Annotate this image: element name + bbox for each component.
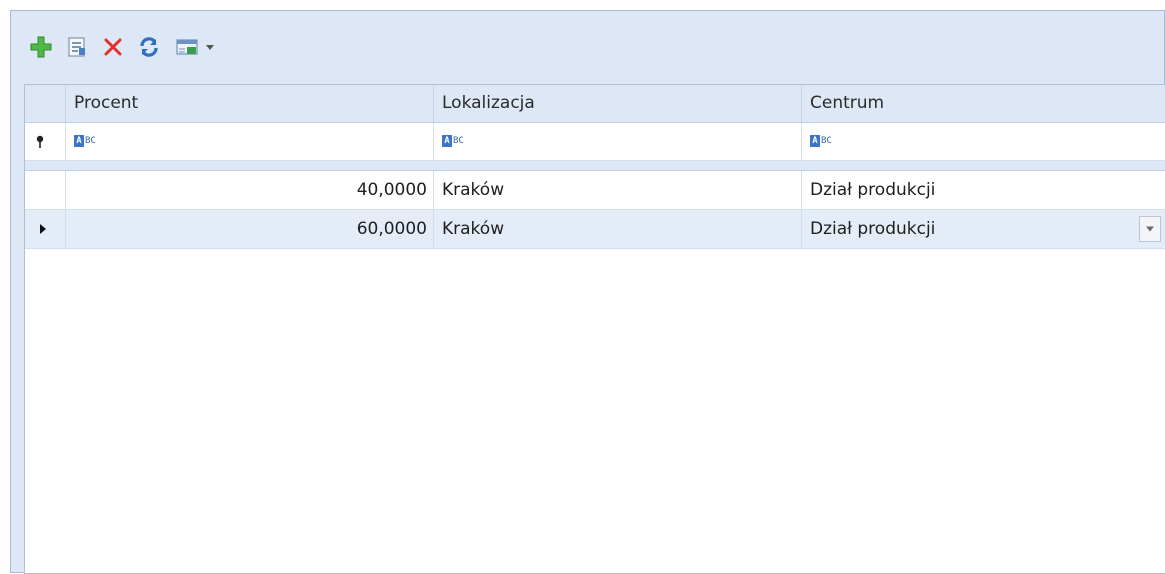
procent-value: 40,0000 bbox=[356, 180, 427, 200]
header-separator bbox=[25, 161, 1165, 171]
filter-row: A BC A BC A BC bbox=[25, 123, 1165, 161]
row-indicator-cell[interactable] bbox=[25, 171, 66, 210]
centrum-dropdown-button[interactable] bbox=[1139, 216, 1161, 242]
cell-centrum[interactable]: Dział produkcji bbox=[802, 171, 1165, 210]
refresh-icon bbox=[140, 37, 158, 57]
header-indicator-cell bbox=[25, 85, 66, 123]
filter-indicator-cell bbox=[25, 123, 66, 161]
filter-cell-centrum[interactable]: A BC bbox=[802, 123, 1165, 161]
cell-lokalizacja[interactable]: Kraków bbox=[434, 171, 802, 210]
export-dropdown-button[interactable] bbox=[171, 29, 219, 65]
current-row-arrow-icon bbox=[40, 224, 46, 234]
lokalizacja-value: Kraków bbox=[442, 180, 505, 200]
text-filter-icon: A BC bbox=[74, 135, 96, 147]
text-filter-icon: A BC bbox=[810, 135, 832, 147]
table-row-selected[interactable]: 60,0000 Kraków Dział produkcji bbox=[25, 210, 1165, 249]
chevron-down-icon bbox=[1146, 226, 1154, 232]
column-header-centrum[interactable]: Centrum bbox=[802, 85, 1165, 123]
x-delete-icon bbox=[104, 38, 122, 56]
cell-lokalizacja[interactable]: Kraków bbox=[434, 210, 802, 249]
table-row[interactable]: 40,0000 Kraków Dział produkcji bbox=[25, 171, 1165, 210]
cell-centrum-editor[interactable]: Dział produkcji bbox=[802, 210, 1165, 249]
grid-header-row: Procent Lokalizacja Centrum bbox=[25, 85, 1165, 123]
refresh-button[interactable] bbox=[133, 29, 165, 65]
pin-icon bbox=[36, 135, 44, 148]
grid-export-icon bbox=[176, 39, 198, 55]
text-filter-icon: A BC bbox=[442, 135, 464, 147]
column-header-procent[interactable]: Procent bbox=[66, 85, 434, 123]
centrum-value: Dział produkcji bbox=[810, 180, 936, 200]
row-indicator-cell[interactable] bbox=[25, 210, 66, 249]
column-header-label: Procent bbox=[74, 93, 139, 113]
procent-value: 60,0000 bbox=[356, 219, 427, 239]
column-header-lokalizacja[interactable]: Lokalizacja bbox=[434, 85, 802, 123]
edit-button[interactable] bbox=[61, 29, 93, 65]
allocation-panel: Procent Lokalizacja Centrum A BC A BC A … bbox=[10, 10, 1165, 574]
column-header-label: Centrum bbox=[810, 93, 885, 113]
filter-cell-procent[interactable]: A BC bbox=[66, 123, 434, 161]
add-button[interactable] bbox=[25, 29, 57, 65]
cell-procent[interactable]: 60,0000 bbox=[66, 210, 434, 249]
centrum-value: Dział produkcji bbox=[810, 219, 936, 239]
data-grid: Procent Lokalizacja Centrum A BC A BC A … bbox=[24, 84, 1165, 574]
chevron-down-icon bbox=[206, 45, 214, 50]
filter-cell-lokalizacja[interactable]: A BC bbox=[434, 123, 802, 161]
delete-button[interactable] bbox=[97, 29, 129, 65]
cell-procent[interactable]: 40,0000 bbox=[66, 171, 434, 210]
column-header-label: Lokalizacja bbox=[442, 93, 535, 113]
edit-document-icon bbox=[68, 37, 85, 57]
lokalizacja-value: Kraków bbox=[442, 219, 505, 239]
plus-icon bbox=[30, 36, 52, 58]
